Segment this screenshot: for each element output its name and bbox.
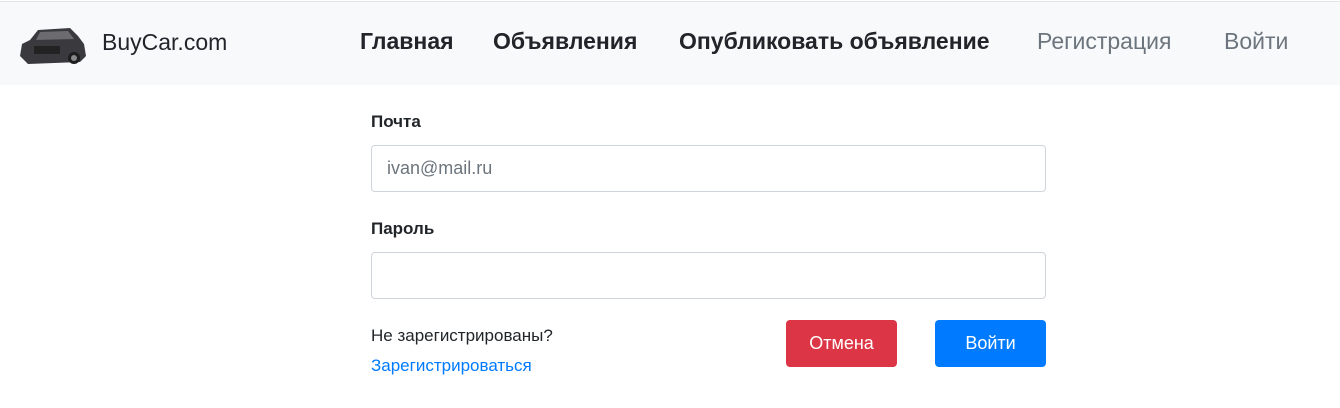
password-label: Пароль bbox=[371, 219, 435, 238]
email-input[interactable] bbox=[371, 145, 1046, 192]
navbar: BuyCar.com Главная Объявления Опубликова… bbox=[0, 1, 1340, 85]
nav-register[interactable]: Регистрация bbox=[1037, 28, 1171, 55]
nav-listings[interactable]: Объявления bbox=[493, 28, 637, 55]
nav-publish[interactable]: Опубликовать объявление bbox=[679, 28, 990, 55]
nav-login[interactable]: Войти bbox=[1224, 28, 1288, 55]
brand-name[interactable]: BuyCar.com bbox=[102, 29, 227, 56]
email-label: Почта bbox=[371, 112, 421, 131]
not-registered-text: Не зарегистрированы? bbox=[371, 326, 553, 345]
register-link[interactable]: Зарегистрироваться bbox=[371, 356, 532, 376]
nav-home[interactable]: Главная bbox=[360, 28, 454, 55]
cancel-button[interactable]: Отмена bbox=[786, 320, 897, 367]
car-logo-icon[interactable] bbox=[14, 22, 92, 68]
password-input[interactable] bbox=[371, 252, 1046, 299]
login-button[interactable]: Войти bbox=[935, 320, 1046, 367]
